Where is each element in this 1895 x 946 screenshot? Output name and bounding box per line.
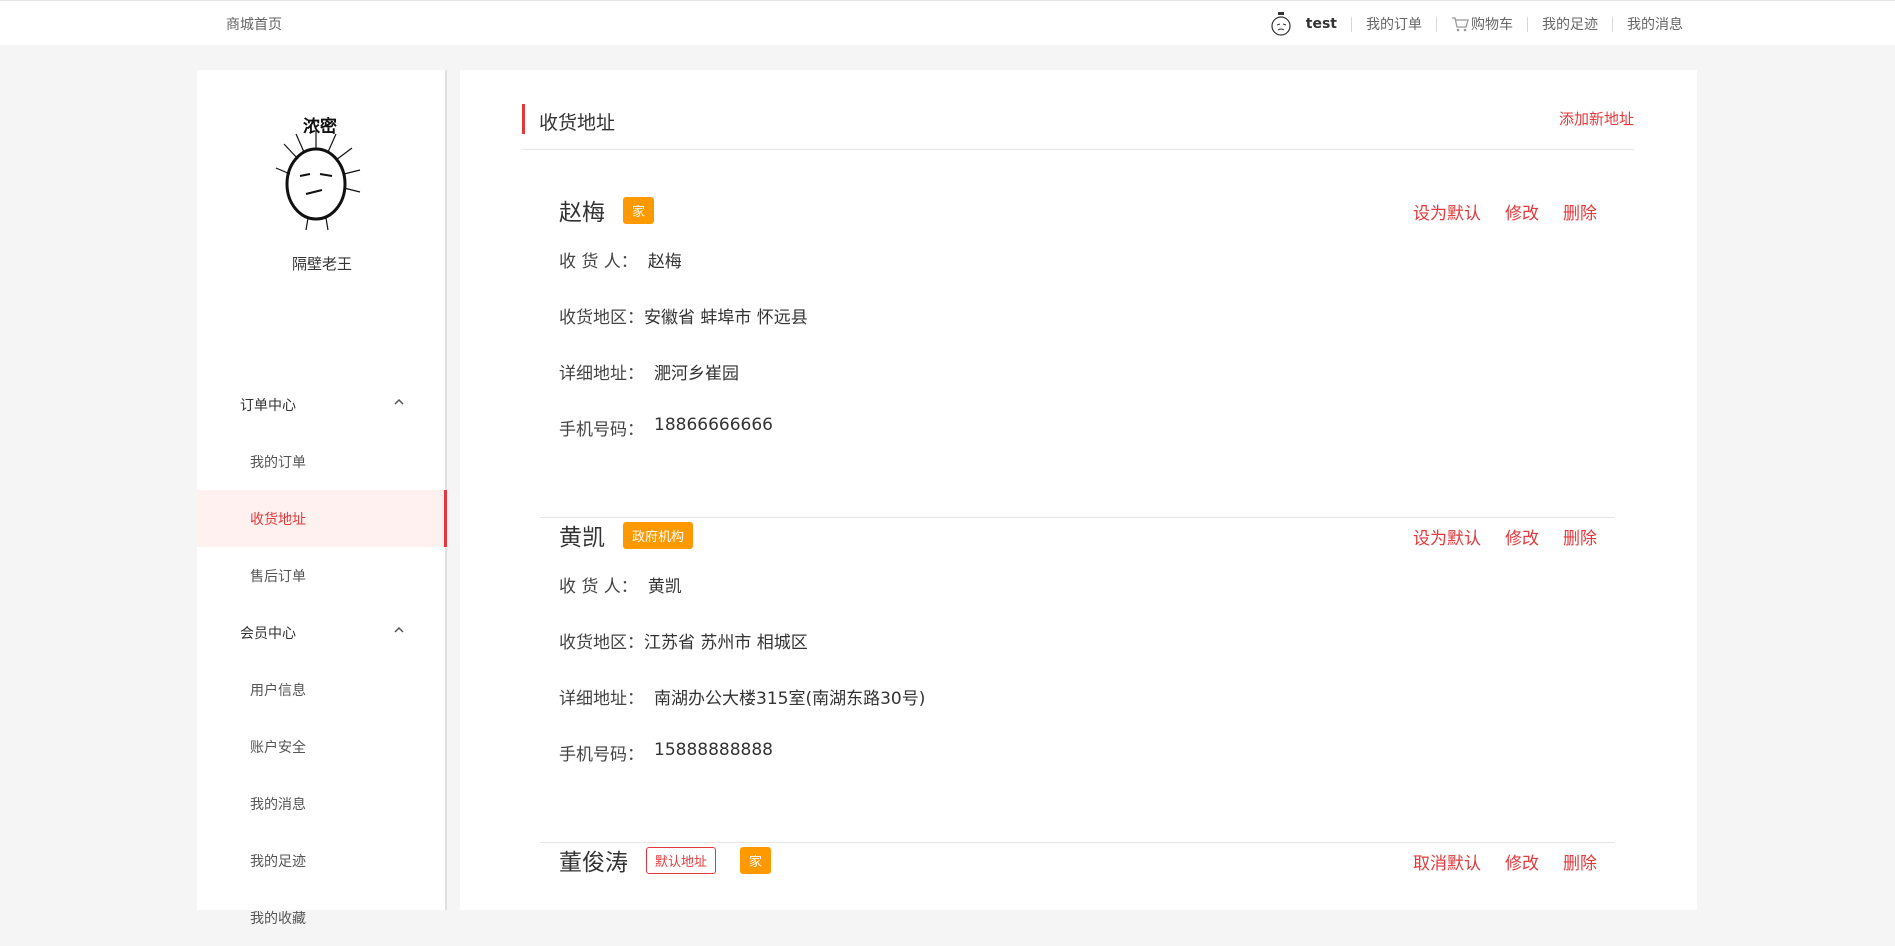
cancel-default-button[interactable]: 取消默认 [1413,849,1481,874]
my-messages-link[interactable]: 我的消息 [1627,14,1683,34]
address-actions: 设为默认 修改 删除 [1389,524,1597,549]
sidebar-item-user-info[interactable]: 用户信息 [197,661,447,718]
sidebar-item-label: 我的足迹 [250,853,306,870]
sidebar-item-my-messages[interactable]: 我的消息 [197,775,447,832]
address-tag: 家 [623,196,655,224]
menu-group-label: 订单中心 [240,397,296,414]
section-header: 收货地址 添加新地址 [522,104,1634,150]
profile-avatar[interactable]: 浓密 [270,114,370,234]
accent-bar [522,104,525,134]
divider [1612,16,1613,32]
mall-home-link[interactable]: 商城首页 [226,14,282,34]
sidebar-item-label: 售后订单 [250,568,306,585]
sidebar-item-my-orders[interactable]: 我的订单 [197,433,447,490]
delete-button[interactable]: 删除 [1563,199,1597,224]
receiver-line: 收 货 人： 赵梅 [559,247,682,272]
address-card: 董俊涛 默认地址 家 取消默认 修改 删除 [540,843,1615,903]
region-value: 江苏省 苏州市 相城区 [644,633,808,653]
chevron-up-icon [394,626,404,633]
page-title: 收货地址 [539,112,616,134]
cart-icon [1452,17,1469,32]
chevron-up-icon [394,398,404,405]
edit-button[interactable]: 修改 [1505,199,1539,224]
detail-line: 详细地址： 淝河乡崔园 [559,359,739,384]
top-navbar: 商城首页 test 我的订单 购物车 我的足迹 我的消息 [0,0,1895,45]
address-actions: 设为默认 修改 删除 [1389,199,1597,224]
region-line: 收货地区： 安徽省 蚌埠市 怀远县 [559,303,808,328]
sidebar-item-after-sales[interactable]: 售后订单 [197,547,447,604]
sidebar-item-label: 账户安全 [250,739,306,756]
divider [1436,16,1437,32]
sidebar-item-shipping-address[interactable]: 收货地址 [197,490,447,547]
menu-group-member-center[interactable]: 会员中心 [197,604,447,661]
address-card: 黄凯 政府机构 设为默认 修改 删除 收 货 人： 黄凯 收货地区： 江苏省 苏… [540,518,1615,843]
top-right-nav: test 我的订单 购物车 我的足迹 我的消息 [1268,11,1683,37]
address-name: 黄凯 [559,525,605,551]
detail-label: 详细地址： [559,364,644,384]
edit-button[interactable]: 修改 [1505,849,1539,874]
address-tag: 政府机构 [623,521,694,549]
address-tag: 家 [740,846,772,874]
address-name: 董俊涛 [559,850,628,876]
phone-line: 手机号码： 18866666666 [559,415,773,440]
cart-link[interactable]: 购物车 [1451,14,1513,34]
delete-button[interactable]: 删除 [1563,849,1597,874]
divider [1351,16,1352,32]
menu-group-order-center[interactable]: 订单中心 [197,376,447,433]
region-line: 收货地区： 江苏省 苏州市 相城区 [559,628,808,653]
my-footprint-link[interactable]: 我的足迹 [1542,14,1598,34]
add-new-address-button[interactable]: 添加新地址 [1559,108,1634,129]
phone-value: 18866666666 [654,415,773,435]
detail-label: 详细地址： [559,689,644,709]
edit-button[interactable]: 修改 [1505,524,1539,549]
address-name-row: 董俊涛 默认地址 家 [559,843,795,877]
set-default-button[interactable]: 设为默认 [1413,199,1481,224]
detail-value: 南湖办公大楼315室(南湖东路30号) [654,689,926,709]
username-link[interactable]: test [1306,16,1337,32]
address-name-row: 黄凯 政府机构 [559,518,717,552]
receiver-label: 收 货 人： [559,577,638,597]
sidebar-item-label: 收货地址 [250,511,306,528]
sidebar-item-my-footprint[interactable]: 我的足迹 [197,832,447,889]
region-label: 收货地区： [559,308,644,328]
main-panel: 收货地址 添加新地址 赵梅 家 设为默认 修改 删除 收 货 人： 赵梅 收货地… [460,70,1697,910]
detail-value: 淝河乡崔园 [654,364,739,384]
cart-label: 购物车 [1471,17,1513,33]
sidebar-item-label: 用户信息 [250,682,306,699]
sidebar-item-my-favorites[interactable]: 我的收藏 [197,889,447,946]
phone-label: 手机号码： [559,745,644,765]
phone-line: 手机号码： 15888888888 [559,740,773,765]
set-default-button[interactable]: 设为默认 [1413,524,1481,549]
sidebar-item-label: 我的订单 [250,454,306,471]
receiver-line: 收 货 人： 黄凯 [559,572,682,597]
receiver-value: 黄凯 [647,577,682,597]
address-name: 赵梅 [559,200,605,226]
profile-name: 隔壁老王 [291,255,352,273]
user-avatar-icon[interactable] [1268,11,1294,37]
address-card: 赵梅 家 设为默认 修改 删除 收 货 人： 赵梅 收货地区： 安徽省 蚌埠市 … [540,193,1615,518]
phone-value: 15888888888 [654,740,773,760]
region-label: 收货地区： [559,633,644,653]
detail-line: 详细地址： 南湖办公大楼315室(南湖东路30号) [559,684,925,709]
sidebar: 浓密 隔壁老王 订单中心 我的订单 收货地址 售后订单 会员中心 用户信息 账户… [197,70,447,927]
address-name-row: 赵梅 家 [559,193,678,227]
sidebar-item-label: 我的消息 [250,796,306,813]
divider [1527,16,1528,32]
menu-group-label: 会员中心 [240,625,296,642]
sidebar-item-account-security[interactable]: 账户安全 [197,718,447,775]
default-address-badge: 默认地址 [646,846,717,874]
my-orders-link[interactable]: 我的订单 [1366,14,1422,34]
delete-button[interactable]: 删除 [1563,524,1597,549]
region-value: 安徽省 蚌埠市 怀远县 [644,308,808,328]
receiver-value: 赵梅 [647,252,682,272]
avatar-caption: 浓密 [303,116,337,137]
receiver-label: 收 货 人： [559,252,638,272]
address-actions: 取消默认 修改 删除 [1389,849,1597,874]
sidebar-item-label: 我的收藏 [250,910,306,927]
phone-label: 手机号码： [559,420,644,440]
